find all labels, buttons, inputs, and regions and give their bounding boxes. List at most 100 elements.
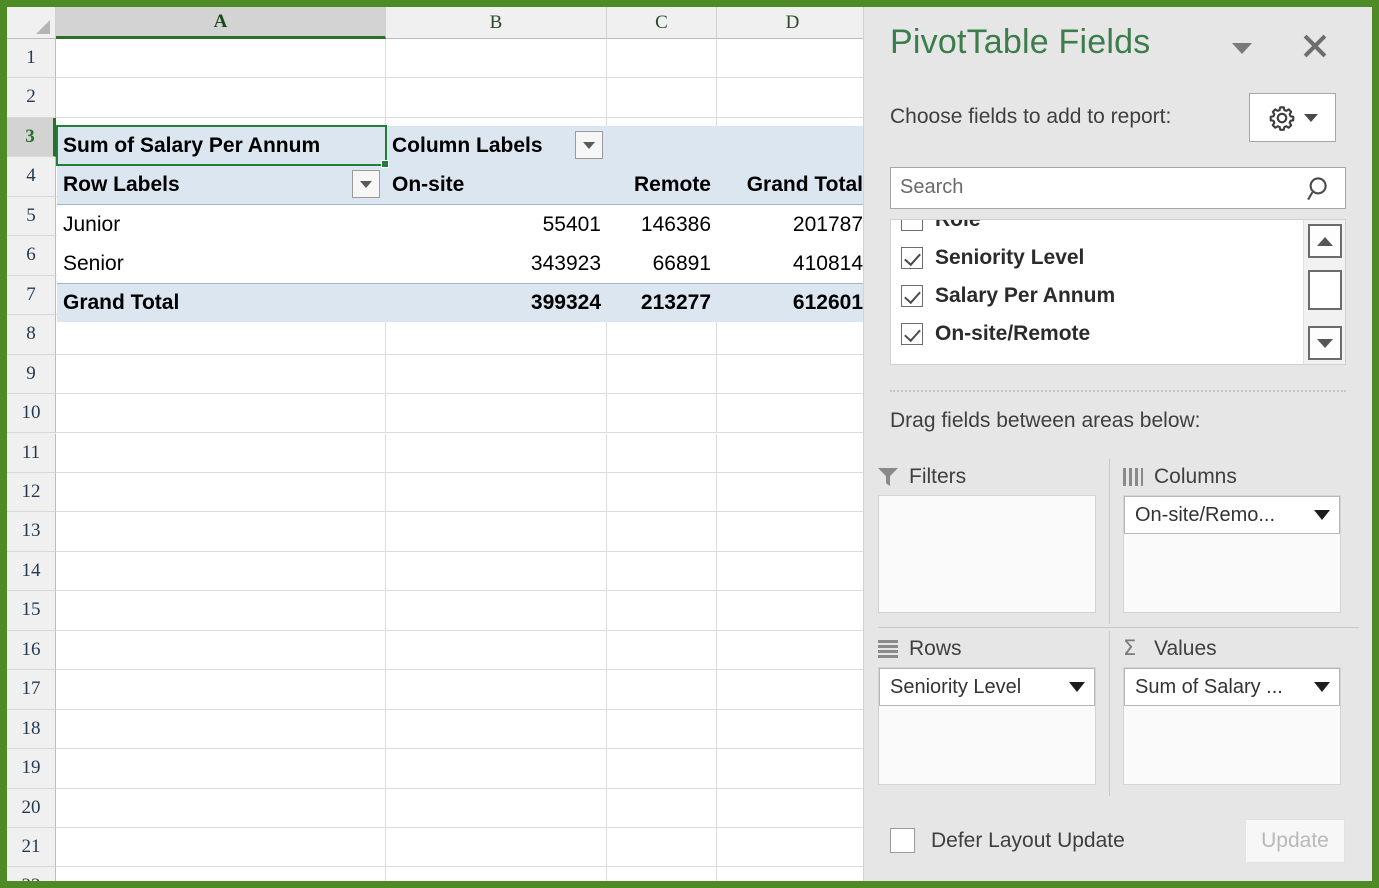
cell[interactable] — [607, 433, 717, 473]
cell[interactable] — [386, 472, 607, 513]
row-header-13[interactable]: 13 — [7, 512, 56, 552]
cell[interactable] — [717, 591, 863, 631]
area-columns-dropzone[interactable]: On-site/Remo... — [1123, 495, 1341, 613]
cell[interactable] — [607, 709, 717, 750]
row-header-10[interactable]: 10 — [7, 394, 56, 434]
field-list-item-role[interactable]: Role — [891, 220, 1345, 239]
cell[interactable] — [386, 630, 607, 671]
pivot-cell-total-remote[interactable]: 213277 — [607, 283, 717, 322]
cell[interactable] — [56, 867, 386, 881]
pivot-row-label-grand-total[interactable]: Grand Total — [57, 283, 386, 322]
cell[interactable] — [717, 512, 863, 552]
row-header-21[interactable]: 21 — [7, 828, 56, 868]
cell[interactable] — [386, 591, 607, 631]
area-filters-dropzone[interactable] — [878, 495, 1096, 613]
cell[interactable] — [56, 39, 386, 79]
cell[interactable] — [386, 788, 607, 828]
row-header-3[interactable]: 3 — [7, 117, 56, 158]
column-header-b[interactable]: B — [386, 7, 607, 39]
cell[interactable] — [56, 78, 386, 118]
cell[interactable] — [607, 630, 717, 671]
cell[interactable] — [56, 433, 386, 473]
pivot-row-labels-cell[interactable]: Row Labels — [57, 165, 386, 205]
scroll-down-button[interactable] — [1308, 326, 1342, 360]
checkbox-icon[interactable] — [890, 828, 915, 853]
cell[interactable] — [717, 709, 863, 750]
pivot-row-label-senior[interactable]: Senior — [57, 244, 386, 283]
area-rows[interactable]: Rows Seniority Level — [878, 631, 1096, 785]
pivot-cell-junior-grand-total[interactable]: 201787 — [717, 205, 863, 244]
row-header-18[interactable]: 18 — [7, 709, 56, 750]
field-list-item-salary-per-annum[interactable]: Salary Per Annum — [891, 277, 1345, 315]
cell[interactable] — [607, 39, 717, 79]
cell[interactable] — [56, 670, 386, 710]
scrollbar-thumb[interactable] — [1308, 270, 1342, 310]
cell[interactable] — [607, 591, 717, 631]
column-header-d[interactable]: D — [717, 7, 863, 39]
cell[interactable] — [717, 867, 863, 881]
cell[interactable] — [386, 828, 607, 868]
checkbox-checked-icon[interactable] — [901, 323, 923, 345]
row-header-12[interactable]: 12 — [7, 472, 56, 513]
field-list-scrollbar[interactable] — [1303, 220, 1345, 364]
cell[interactable] — [56, 630, 386, 671]
cell[interactable] — [386, 512, 607, 552]
checkbox-icon[interactable] — [901, 220, 923, 231]
cell[interactable] — [607, 354, 717, 395]
pivot-cell-total-grand-total[interactable]: 612601 — [717, 283, 863, 322]
cell[interactable] — [607, 551, 717, 592]
row-header-7[interactable]: 7 — [7, 275, 56, 316]
row-header-20[interactable]: 20 — [7, 788, 56, 828]
column-header-c[interactable]: C — [607, 7, 717, 39]
checkbox-checked-icon[interactable] — [901, 247, 923, 269]
cell[interactable] — [607, 867, 717, 881]
cell[interactable] — [386, 394, 607, 434]
cell[interactable] — [717, 354, 863, 395]
field-chip-on-site-remote[interactable]: On-site/Remo... — [1124, 496, 1340, 534]
cell[interactable] — [717, 670, 863, 710]
close-icon[interactable] — [1298, 29, 1332, 63]
row-header-17[interactable]: 17 — [7, 670, 56, 710]
update-button[interactable]: Update — [1245, 819, 1345, 863]
row-header-9[interactable]: 9 — [7, 354, 56, 395]
row-header-2[interactable]: 2 — [7, 78, 56, 118]
row-header-4[interactable]: 4 — [7, 157, 56, 197]
chevron-down-icon[interactable] — [1232, 43, 1252, 54]
cell[interactable] — [717, 749, 863, 789]
area-values-dropzone[interactable]: Sum of Salary ... — [1123, 667, 1341, 785]
cell[interactable] — [717, 394, 863, 434]
pivot-cell-junior-onsite[interactable]: 55401 — [386, 205, 607, 244]
column-header-a[interactable]: A — [56, 7, 386, 39]
cell[interactable] — [56, 512, 386, 552]
cell[interactable] — [56, 472, 386, 513]
pivot-cell-total-onsite[interactable]: 399324 — [386, 283, 607, 322]
cell[interactable] — [607, 394, 717, 434]
cell[interactable] — [607, 749, 717, 789]
fill-handle[interactable] — [381, 160, 389, 168]
area-values[interactable]: Σ Values Sum of Salary ... — [1123, 631, 1341, 785]
row-header-19[interactable]: 19 — [7, 749, 56, 789]
pivot-cell-senior-grand-total[interactable]: 410814 — [717, 244, 863, 283]
cell[interactable] — [56, 709, 386, 750]
cell[interactable] — [386, 39, 607, 79]
cell[interactable] — [717, 630, 863, 671]
cell[interactable] — [386, 709, 607, 750]
row-header-8[interactable]: 8 — [7, 315, 56, 355]
cell[interactable] — [386, 749, 607, 789]
area-rows-dropzone[interactable]: Seniority Level — [878, 667, 1096, 785]
spreadsheet-grid[interactable]: A B C D 1 2 3 4 5 6 7 8 9 10 11 12 13 14 15 16 17 18 19 20 2… — [7, 7, 863, 881]
field-list-item-on-site-remote[interactable]: On-site/Remote — [891, 315, 1345, 353]
column-labels-filter-button[interactable] — [575, 131, 603, 159]
cell[interactable] — [717, 788, 863, 828]
defer-layout-update-row[interactable]: Defer Layout Update — [890, 828, 1125, 853]
pivot-col-header-grand-total[interactable]: Grand Total — [717, 165, 863, 205]
field-list-item-seniority-level[interactable]: Seniority Level — [891, 239, 1345, 277]
cell[interactable] — [386, 867, 607, 881]
cell[interactable] — [717, 551, 863, 592]
pivot-cell-junior-remote[interactable]: 146386 — [607, 205, 717, 244]
cell[interactable] — [56, 551, 386, 592]
pivot-cell-senior-onsite[interactable]: 343923 — [386, 244, 607, 283]
scroll-up-button[interactable] — [1308, 224, 1342, 258]
cell[interactable] — [607, 788, 717, 828]
chevron-down-icon[interactable] — [1069, 682, 1085, 692]
